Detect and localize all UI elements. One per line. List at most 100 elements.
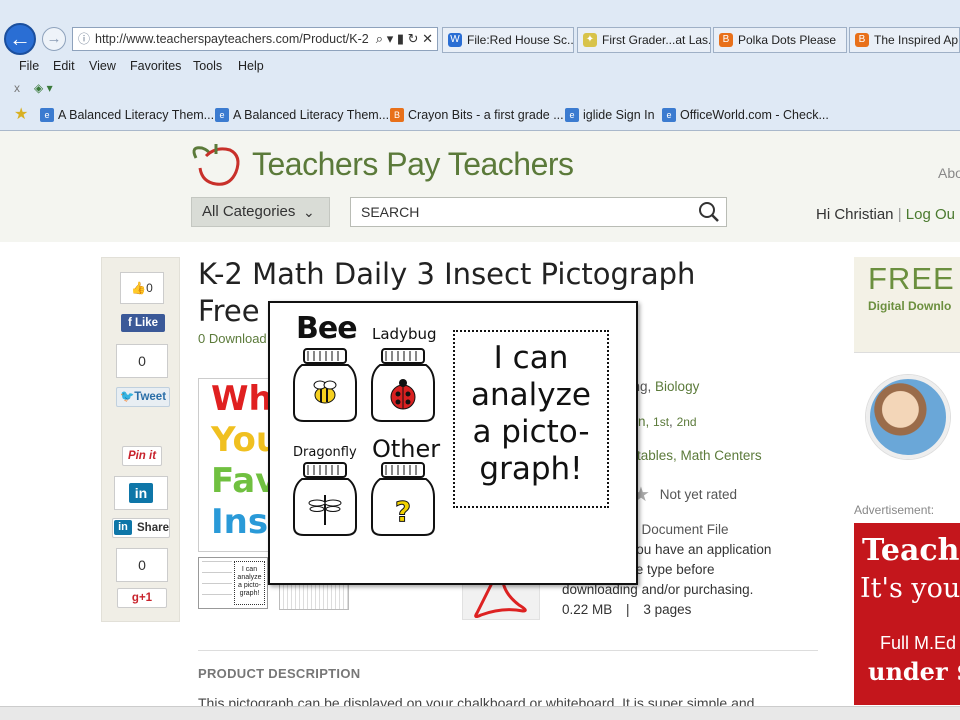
favorite-link[interactable]: e A Balanced Literacy Them... bbox=[215, 103, 389, 127]
site-logo[interactable]: Teachers Pay Teachers bbox=[186, 140, 574, 188]
resource-types: rintables, Math Centers bbox=[622, 448, 762, 463]
menu-edit[interactable]: Edit bbox=[53, 56, 75, 76]
ladybug-jar-icon bbox=[371, 348, 435, 422]
twitter-icon: 🐦 bbox=[119, 391, 135, 403]
user-greeting: Hi Christian | Log Ou bbox=[816, 206, 955, 223]
ad-line: under $ bbox=[868, 657, 960, 686]
forward-button[interactable]: → bbox=[42, 27, 66, 51]
favorite-title: A Balanced Literacy Them... bbox=[58, 108, 215, 122]
ie-page-icon: e bbox=[662, 108, 676, 122]
wiki-icon: W bbox=[448, 33, 462, 47]
image-preview-popup[interactable]: Bee Ladybug Dragonfly Other ? I can anal… bbox=[268, 301, 638, 585]
product-thumbnail[interactable]: I can analyze a picto-graph! bbox=[198, 557, 268, 609]
divider bbox=[198, 650, 818, 651]
product-title: K-2 Math Daily 3 Insect Pictograph bbox=[198, 257, 696, 291]
search-icon[interactable] bbox=[698, 201, 720, 223]
menu-help[interactable]: Help bbox=[238, 56, 264, 76]
chevron-down-icon: ⌄ bbox=[303, 204, 315, 220]
tab-inspired[interactable]: B The Inspired Ap bbox=[849, 27, 960, 53]
menu-view[interactable]: View bbox=[89, 56, 116, 76]
linkedin-counter: in bbox=[114, 476, 168, 510]
subject-link[interactable]: Biology bbox=[655, 379, 699, 394]
menu-favorites[interactable]: Favorites bbox=[130, 56, 181, 76]
ad-label: Advertisement: bbox=[854, 503, 935, 517]
seller-avatar[interactable] bbox=[866, 375, 950, 459]
pinterest-button[interactable]: Pin it bbox=[122, 446, 162, 466]
categories-dropdown[interactable]: All Categories ⌄ bbox=[191, 197, 330, 227]
tab-polka-dots[interactable]: B Polka Dots Please bbox=[713, 27, 847, 53]
linkedin-icon: in bbox=[114, 520, 132, 535]
tab-title: File:Red House Sc... bbox=[467, 33, 574, 47]
command-row: x ◈ ▾ bbox=[0, 77, 960, 99]
status-bar bbox=[0, 706, 960, 720]
back-button[interactable]: ← bbox=[4, 23, 36, 55]
share-label: Share bbox=[137, 522, 169, 534]
close-icon[interactable]: x bbox=[14, 77, 20, 99]
type-link[interactable]: Math Centers bbox=[681, 448, 762, 463]
tab-red-house[interactable]: W File:Red House Sc... bbox=[442, 27, 574, 53]
ad-line: Full M.Ed bbox=[880, 633, 957, 653]
ie-page-icon: e bbox=[565, 108, 579, 122]
address-bar[interactable]: ⓘ http://www.teacherspayteachers.com/Pro… bbox=[72, 27, 438, 51]
grade-link[interactable]: 2nd bbox=[677, 415, 697, 429]
tab-title: The Inspired Ap bbox=[874, 33, 959, 47]
search-placeholder: SEARCH bbox=[361, 204, 420, 220]
tweet-counter: 0 bbox=[116, 344, 168, 378]
menu-tools[interactable]: Tools bbox=[193, 56, 222, 76]
favorite-link[interactable]: B Crayon Bits - a first grade ... bbox=[390, 103, 564, 127]
addon-icon[interactable]: ◈ ▾ bbox=[34, 77, 53, 99]
statement-line: analyze bbox=[471, 377, 591, 413]
about-link[interactable]: Abo bbox=[938, 165, 960, 181]
ad-line: It's your bbox=[860, 573, 960, 604]
linkedin-share-button[interactable]: in Share bbox=[112, 518, 170, 538]
like-count: 0 bbox=[146, 281, 153, 295]
favorite-link[interactable]: e A Balanced Literacy Them... bbox=[40, 103, 214, 127]
address-tools[interactable]: ⌕ ▾ ▮ ↻ ✕ bbox=[371, 28, 433, 50]
statement-line: a picto- bbox=[472, 414, 590, 450]
price-box: FREE Digital Downlo bbox=[854, 257, 960, 353]
gplus-button[interactable]: g+1 bbox=[117, 588, 167, 608]
like-counter: 👍0 bbox=[120, 272, 164, 304]
search-input[interactable]: SEARCH bbox=[350, 197, 727, 227]
like-label: Like bbox=[135, 317, 159, 329]
download-count[interactable]: 0 Download bbox=[198, 331, 267, 346]
question-jar-icon: ? bbox=[371, 462, 435, 536]
apple-logo-icon bbox=[192, 144, 240, 186]
advertisement[interactable]: Teachi It's your Full M.Ed under $ bbox=[854, 523, 960, 705]
description-heading: PRODUCT DESCRIPTION bbox=[198, 666, 361, 681]
favorite-link[interactable]: e OfficeWorld.com - Check... bbox=[662, 103, 829, 127]
grade-link[interactable]: 1st bbox=[653, 415, 669, 429]
linkedin-icon: in bbox=[129, 483, 153, 503]
ie-page-icon: e bbox=[40, 108, 54, 122]
ie-page-icon: e bbox=[215, 108, 229, 122]
rating: ★ Not yet rated bbox=[632, 482, 737, 507]
back-arrow-icon: ← bbox=[9, 26, 31, 51]
favorite-title: iglide Sign In bbox=[583, 108, 655, 122]
product-main-image[interactable]: Wh You Fav Ins bbox=[198, 378, 270, 552]
image-text-line: Wh bbox=[211, 379, 270, 419]
tab-first-grader[interactable]: ✦ First Grader...at Las... bbox=[577, 27, 711, 53]
grades: n, 1st, 2nd bbox=[638, 414, 697, 429]
image-text-line: You bbox=[211, 420, 269, 460]
favorite-link[interactable]: e iglide Sign In bbox=[565, 103, 655, 127]
grade-link[interactable]: n, bbox=[638, 414, 649, 429]
facebook-like-button[interactable]: f Like bbox=[121, 314, 165, 332]
separator: | bbox=[626, 602, 630, 617]
ad-line: Teachi bbox=[862, 533, 960, 568]
logo-text: Teachers Pay Teachers bbox=[252, 146, 574, 182]
jar-label: Other bbox=[372, 435, 441, 463]
blogger-icon: B bbox=[390, 108, 404, 122]
login-link[interactable]: Log Ou bbox=[906, 206, 955, 223]
file-size: 0.22 MB bbox=[562, 602, 613, 617]
tweet-label: Tweet bbox=[134, 391, 167, 403]
favorite-title: A Balanced Literacy Them... bbox=[233, 108, 390, 122]
image-text-line: Ins bbox=[211, 502, 269, 542]
tab-title: Polka Dots Please bbox=[738, 33, 837, 47]
tweet-button[interactable]: 🐦Tweet bbox=[116, 387, 170, 407]
blogger-icon: B bbox=[719, 33, 733, 47]
file-note: file type before bbox=[626, 562, 715, 577]
jar-label: Bee bbox=[296, 311, 358, 346]
menu-file[interactable]: File bbox=[19, 56, 39, 76]
thumbnail-jars bbox=[202, 561, 232, 605]
favorites-star-icon[interactable]: ★ bbox=[14, 103, 28, 127]
